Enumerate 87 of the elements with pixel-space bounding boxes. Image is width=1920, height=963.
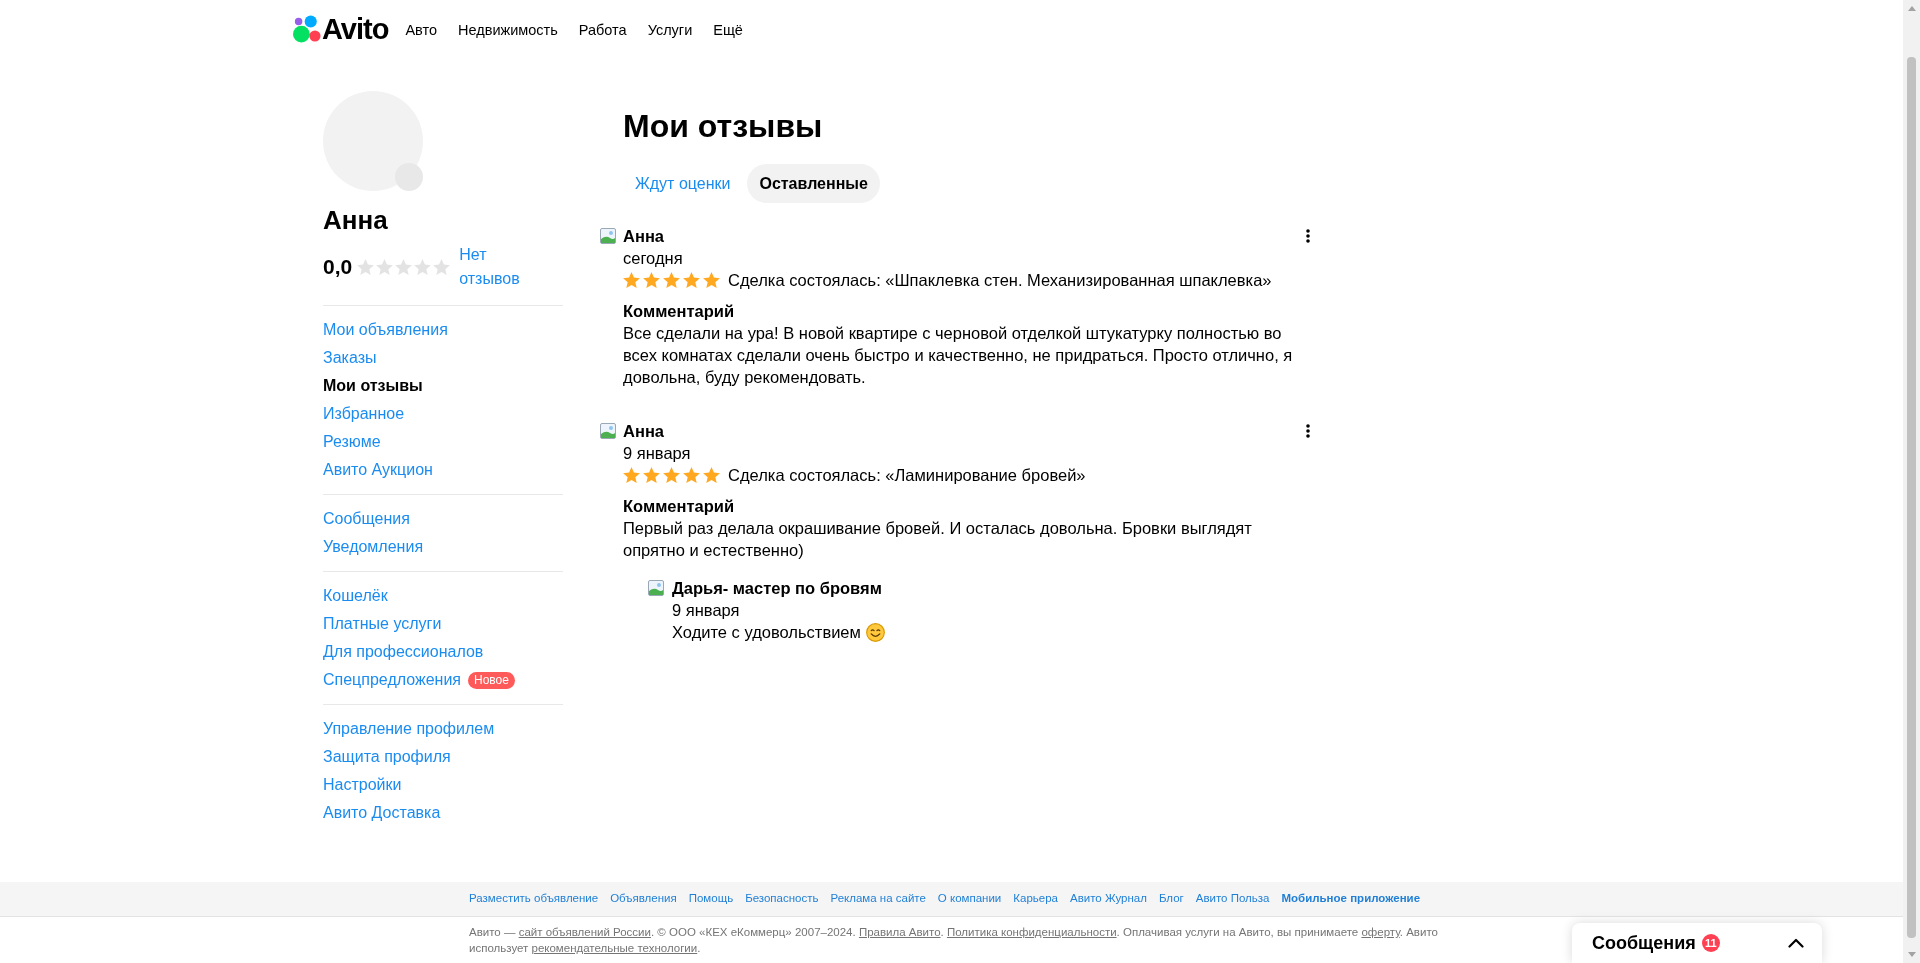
reviewer-name: Анна <box>623 421 665 442</box>
reviews-link[interactable]: Нет отзывов <box>459 243 532 291</box>
more-options-icon <box>1306 229 1310 243</box>
star-icon <box>357 259 375 275</box>
star-icon <box>683 467 700 483</box>
footer-link[interactable]: Реклама на сайте <box>830 890 926 908</box>
star-icon <box>703 272 720 288</box>
sidebar-link[interactable]: Уведомления <box>323 536 424 558</box>
sidebar-link[interactable]: Заказы <box>323 347 377 369</box>
page-title: Мои отзывы <box>622 107 824 146</box>
nav-link[interactable]: Недвижимость <box>458 20 558 42</box>
star-icon <box>703 467 720 483</box>
chevron-up-icon <box>1788 938 1804 948</box>
profile-name: Анна <box>323 204 389 236</box>
copyright-link[interactable]: сайт объявлений России <box>518 926 651 938</box>
star-icon <box>623 467 640 483</box>
comment-text: Все сделали на ура! В новой квартире с черновой отделкой штукатурку полностью во всех комнатах сделали очень быстро и качественно, не придраться. Просто отлично, я довольна, буду рекомендовать. <box>623 323 1294 388</box>
review-date: сегодня <box>623 248 684 269</box>
footer-link[interactable]: Авито Польза <box>1195 890 1270 908</box>
sidebar-link[interactable]: Управление профилем <box>323 718 495 740</box>
star-icon <box>433 259 451 275</box>
sidebar-link[interactable]: Мои отзывы <box>323 375 423 397</box>
copyright-link[interactable]: Правила Авито <box>858 926 941 938</box>
star-icon <box>663 467 680 483</box>
sidebar-link[interactable]: Резюме <box>323 431 381 453</box>
reply-date: 9 января <box>672 600 741 621</box>
deal-title: Сделка состоялась: «Шпаклевка стен. Механизированная шпаклевка» <box>728 270 1272 291</box>
unread-count-badge: 11 <box>1701 934 1720 952</box>
star-icon <box>683 272 700 288</box>
sidebar-link[interactable]: Для профессионалов <box>323 641 484 663</box>
sidebar-link[interactable]: Спецпредложения <box>323 669 461 691</box>
nav-link[interactable]: Услуги <box>647 20 693 42</box>
sidebar-link[interactable]: Авито Аукцион <box>323 459 433 481</box>
footer-link[interactable]: Авито Журнал <box>1069 890 1147 908</box>
new-badge: Новое <box>468 671 515 689</box>
footer-link[interactable]: Безопасность <box>745 890 819 908</box>
messages-title: Сообщения <box>1592 931 1696 955</box>
sidebar-link[interactable]: Мои объявления <box>323 319 448 341</box>
star-icon <box>376 259 394 275</box>
logo-dots-icon <box>293 15 321 43</box>
sidebar-link[interactable]: Защита профиля <box>323 746 451 768</box>
review-date: 9 января <box>623 443 692 464</box>
star-icon <box>623 272 640 288</box>
footer-link[interactable]: Разместить объявление <box>469 890 599 908</box>
logo-link[interactable]: Avito <box>293 13 389 45</box>
nav-link[interactable]: Ещё <box>713 20 743 42</box>
tab[interactable]: Оставленные <box>747 164 880 203</box>
footer-link[interactable]: О компании <box>937 890 1002 908</box>
star-icon <box>643 467 660 483</box>
star-icon <box>663 272 680 288</box>
reviewer-name: Анна <box>623 226 665 247</box>
sidebar-link[interactable]: Платные услуги <box>323 613 442 635</box>
footer-link[interactable]: Блог <box>1158 890 1184 908</box>
comment-label: Комментарий <box>623 496 736 517</box>
more-options-icon <box>1306 424 1310 438</box>
scrollbar-thumb[interactable] <box>1907 57 1916 938</box>
scroll-up-arrow-icon[interactable] <box>1907 6 1916 11</box>
scroll-down-arrow-icon[interactable] <box>1907 952 1916 957</box>
smiling-face-icon <box>865 622 885 642</box>
star-icon <box>395 259 413 275</box>
sidebar-link[interactable]: Авито Доставка <box>323 802 441 824</box>
tab[interactable]: Ждут оценки <box>623 164 743 203</box>
nav-link[interactable]: Авто <box>405 20 438 42</box>
sidebar-link[interactable]: Настройки <box>323 774 402 796</box>
comment-text: Первый раз делала окрашивание бровей. И осталась довольна. Бровки выглядят опрятно и естественно) <box>623 518 1253 561</box>
copyright-link[interactable]: оферту <box>1361 926 1400 938</box>
footer-link[interactable]: Карьера <box>1013 890 1058 908</box>
rating-value: 0,0 <box>323 254 353 280</box>
deal-title: Сделка состоялась: «Ламинирование бровей» <box>728 465 1086 486</box>
sidebar-link[interactable]: Избранное <box>323 403 405 425</box>
sidebar-link[interactable]: Сообщения <box>323 508 410 530</box>
comment-label: Комментарий <box>623 301 736 322</box>
nav-link[interactable]: Работа <box>578 20 627 42</box>
reply-author: Дарья- мастер по бровям <box>672 578 883 599</box>
footer-link[interactable]: Мобильное приложение <box>1281 890 1421 908</box>
image-icon <box>600 228 616 244</box>
sidebar-link[interactable]: Кошелёк <box>323 585 388 607</box>
reply-text: Ходите с удовольствием <box>672 622 861 643</box>
image-icon <box>648 580 664 596</box>
star-icon <box>643 272 660 288</box>
footer-link[interactable]: Объявления <box>610 890 677 908</box>
copyright-text: Авито — сайт объявлений России. © ООО «КЕХ eКоммерц» 2007–2024. Правила Авито. Политика конфиденциальности. Оплачивая услуги на Авито, вы принимаете оферту. Авито использует рекомендательные технологии. <box>469 925 1439 956</box>
messages-widget[interactable]: Сообщения 11 <box>1572 923 1822 963</box>
star-icon <box>414 259 432 275</box>
footer-link[interactable]: Помощь <box>688 890 734 908</box>
copyright-link[interactable]: Политика конфиденциальности <box>946 926 1117 938</box>
image-icon <box>600 423 616 439</box>
